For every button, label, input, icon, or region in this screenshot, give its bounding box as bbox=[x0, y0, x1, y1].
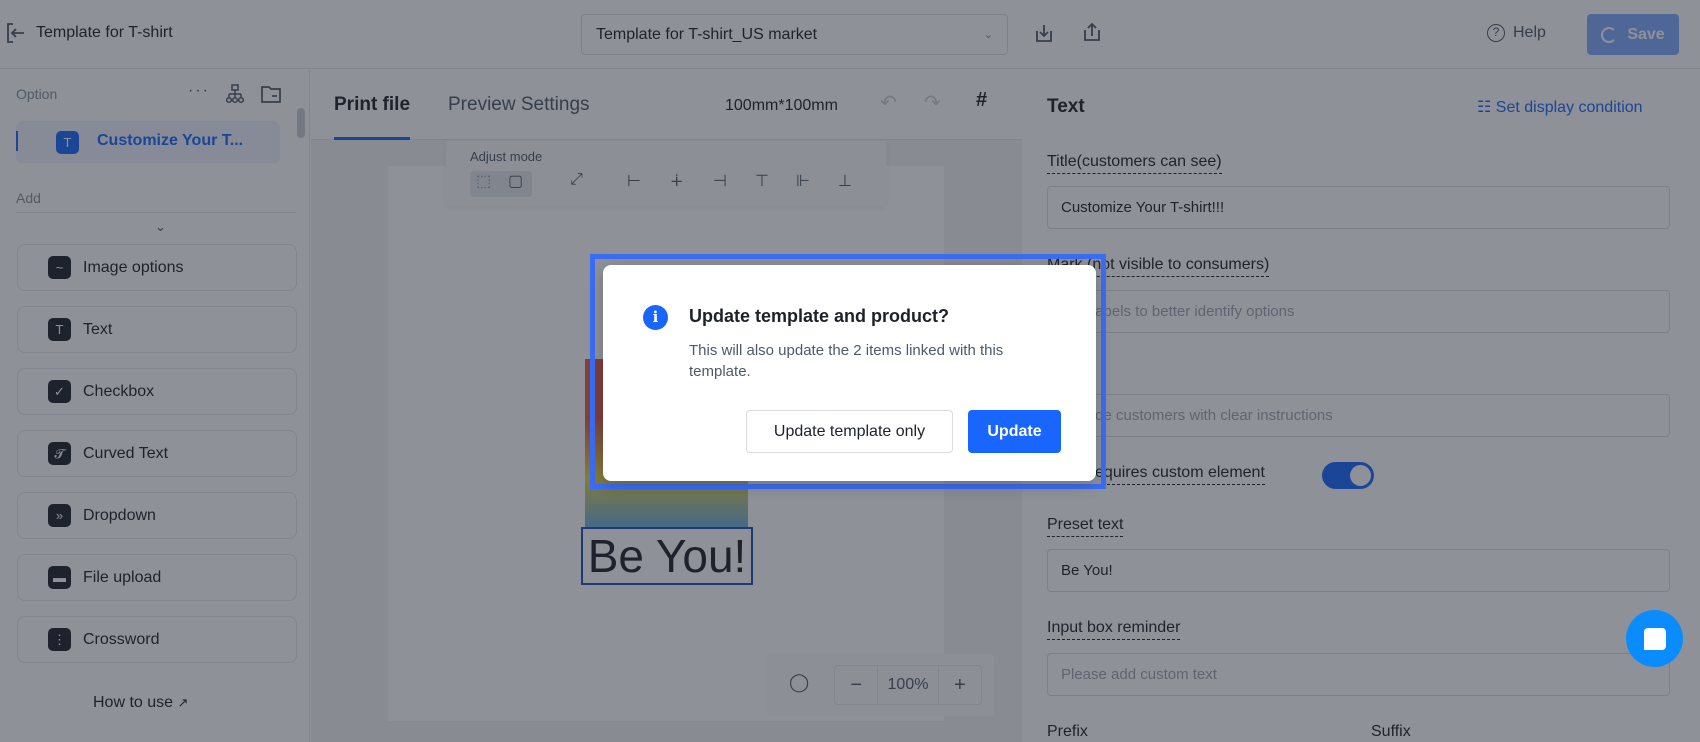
confirm-dialog: i Update template and product? This will… bbox=[603, 265, 1096, 481]
secondary-label: Update template only bbox=[773, 422, 926, 440]
primary-label: Update bbox=[987, 422, 1042, 440]
dialog-title: Update template and product? bbox=[689, 306, 950, 326]
update-template-only-button[interactable]: Update template only bbox=[746, 410, 953, 453]
update-button[interactable]: Update bbox=[968, 410, 1061, 453]
chat-icon bbox=[1643, 627, 1666, 650]
dialog-message: This will also update the 2 items linked… bbox=[689, 342, 1004, 380]
info-icon: i bbox=[643, 305, 668, 330]
chat-button[interactable] bbox=[1626, 610, 1683, 667]
